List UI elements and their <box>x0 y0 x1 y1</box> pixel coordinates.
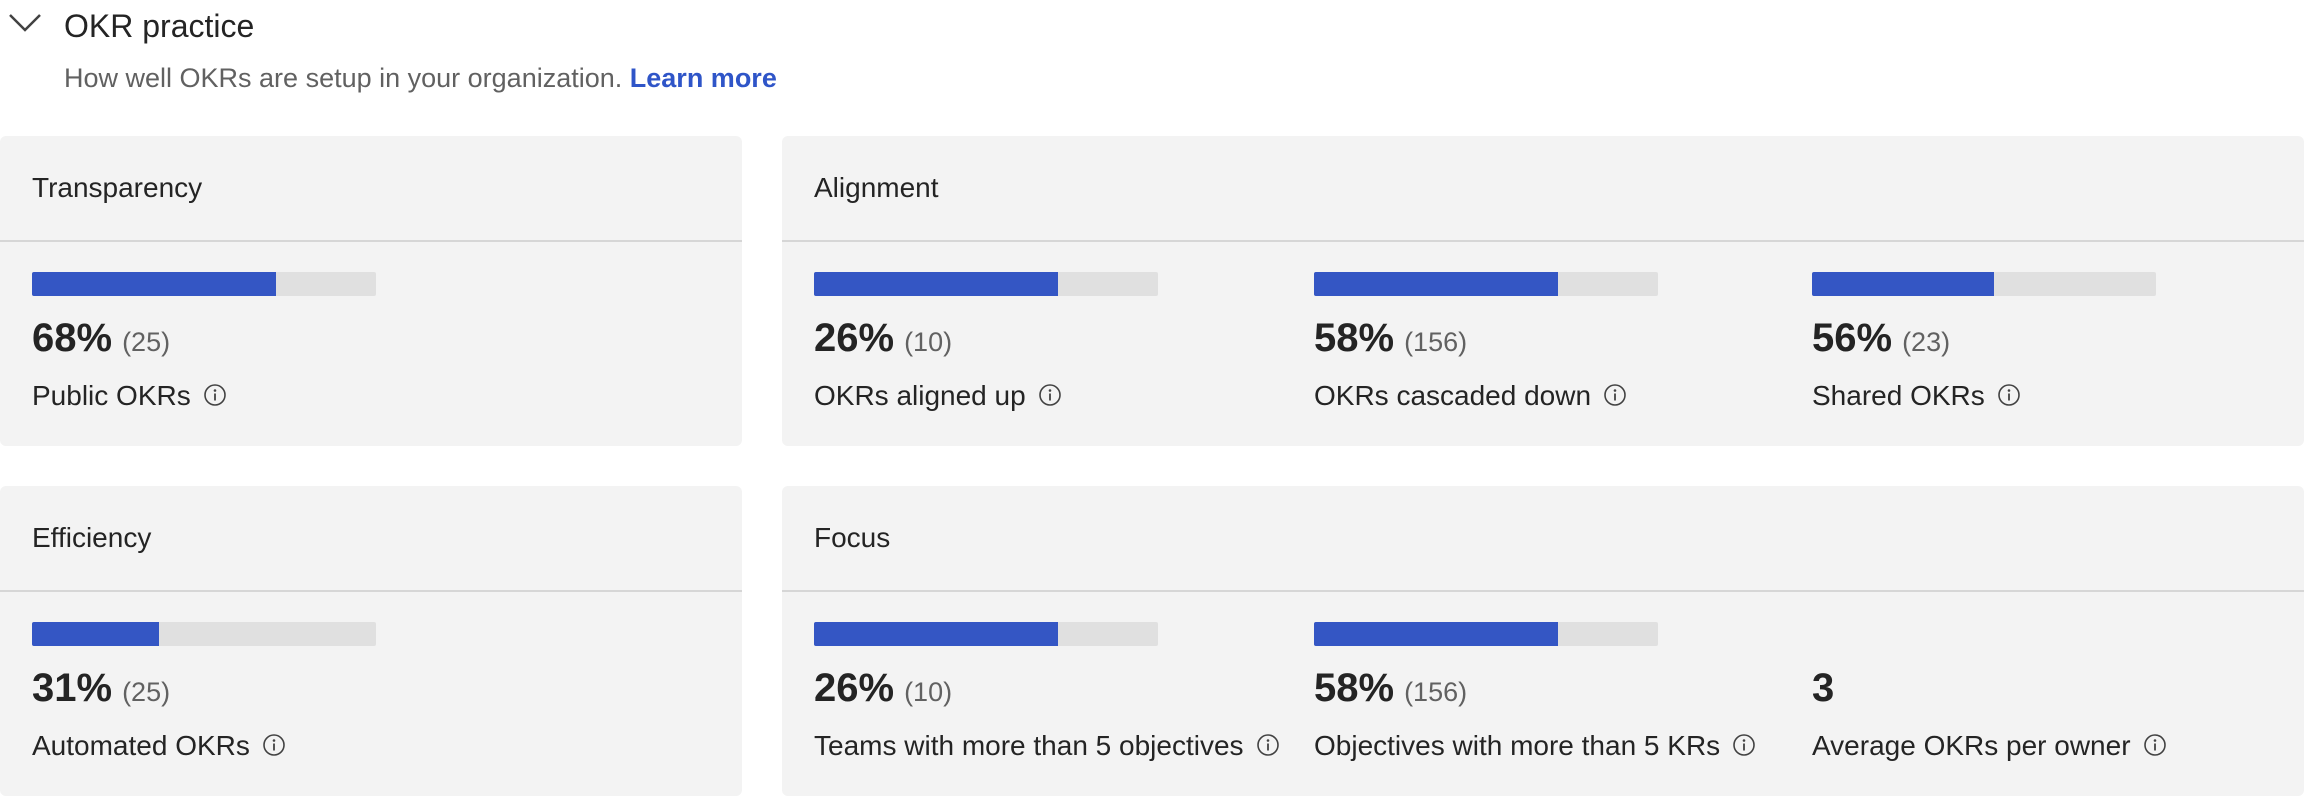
metric-label-line: Teams with more than 5 objectives <box>814 726 1280 766</box>
description-text: How well OKRs are setup in your organiza… <box>64 63 623 93</box>
info-icon[interactable] <box>1603 383 1627 407</box>
progress-bar <box>1812 272 2156 296</box>
progress-bar <box>1314 622 1658 646</box>
metric-value-line: 58% (156) <box>1314 662 1467 723</box>
metric-value: 58% <box>1314 316 1395 360</box>
metric-label: Shared OKRs <box>1812 380 1985 411</box>
progress-bar-fill <box>1812 272 1995 296</box>
metric-value-line: 3 <box>1812 662 1834 723</box>
metric-label: Automated OKRs <box>32 730 250 761</box>
metric-count: (25) <box>122 677 171 707</box>
progress-bar <box>32 622 376 646</box>
efficiency-card: Efficiency 31% (25) Automated OKRs <box>0 486 742 796</box>
card-header: Focus <box>782 486 2304 592</box>
metric-value-line: 58% (156) <box>1314 312 1467 373</box>
metric-count: (156) <box>1404 677 1468 707</box>
metric-label-line: Shared OKRs <box>1812 376 2021 416</box>
progress-bar-fill <box>814 272 1059 296</box>
metric-count: (23) <box>1902 327 1951 357</box>
metric-value-line: 68% (25) <box>32 312 170 373</box>
progress-bar-fill <box>1314 272 1559 296</box>
metric-label: Public OKRs <box>32 380 191 411</box>
focus-card: Focus 26% (10) Teams with more than 5 obj… <box>782 486 2304 796</box>
metric-value-line: 31% (25) <box>32 662 170 723</box>
info-icon[interactable] <box>1997 383 2021 407</box>
card-header: Transparency <box>0 136 742 242</box>
card-title: Alignment <box>814 172 939 203</box>
info-icon[interactable] <box>1256 733 1280 757</box>
metric-label-line: Objectives with more than 5 KRs <box>1314 726 1756 766</box>
progress-bar-fill <box>814 622 1059 646</box>
metric-value: 58% <box>1314 666 1395 710</box>
progress-bar-fill <box>1314 622 1559 646</box>
metric-label-line: Automated OKRs <box>32 726 286 766</box>
progress-bar-fill <box>32 622 160 646</box>
section-title: OKR practice <box>64 8 255 44</box>
metric-value-line: 56% (23) <box>1812 312 1950 373</box>
metric-label: Average OKRs per owner <box>1812 730 2131 761</box>
metric-label-line: OKRs cascaded down <box>1314 376 1627 416</box>
card-header: Efficiency <box>0 486 742 592</box>
info-icon[interactable] <box>262 733 286 757</box>
metric-value: 26% <box>814 666 895 710</box>
progress-bar-fill <box>32 272 277 296</box>
chevron-down-icon[interactable] <box>8 12 42 34</box>
metric-value: 3 <box>1812 666 1835 710</box>
metric-value-line: 26% (10) <box>814 662 952 723</box>
metric-count: (25) <box>122 327 171 357</box>
info-icon[interactable] <box>203 383 227 407</box>
card-title: Transparency <box>32 172 203 203</box>
metric-value: 56% <box>1812 316 1893 360</box>
metric-count: (10) <box>904 327 953 357</box>
learn-more-link[interactable]: Learn more <box>630 63 777 93</box>
metric-label: OKRs cascaded down <box>1314 380 1592 411</box>
progress-bar <box>814 622 1158 646</box>
metric-label: OKRs aligned up <box>814 380 1026 411</box>
progress-bar <box>1314 272 1658 296</box>
progress-bar <box>32 272 376 296</box>
alignment-card: Alignment 26% (10) OKRs aligned up 58% (15… <box>782 136 2304 446</box>
metric-label-line: Public OKRs <box>32 376 227 416</box>
metric-label-line: Average OKRs per owner <box>1812 726 2167 766</box>
info-icon[interactable] <box>1732 733 1756 757</box>
section-description: How well OKRs are setup in your organiza… <box>64 58 777 98</box>
metric-count: (156) <box>1404 327 1468 357</box>
metric-value-line: 26% (10) <box>814 312 952 373</box>
card-header: Alignment <box>782 136 2304 242</box>
card-title: Efficiency <box>32 522 152 553</box>
progress-bar <box>814 272 1158 296</box>
metric-value: 68% <box>32 316 113 360</box>
info-icon[interactable] <box>2143 733 2167 757</box>
metric-value: 26% <box>814 316 895 360</box>
metric-label-line: OKRs aligned up <box>814 376 1062 416</box>
metric-count: (10) <box>904 677 953 707</box>
transparency-card: Transparency 68% (25) Public OKRs <box>0 136 742 446</box>
card-title: Focus <box>814 522 891 553</box>
metric-label: Teams with more than 5 objectives <box>814 730 1244 761</box>
okr-practice-header: OKR practice How well OKRs are setup in … <box>0 0 2304 120</box>
metric-value: 31% <box>32 666 113 710</box>
info-icon[interactable] <box>1038 383 1062 407</box>
metric-label: Objectives with more than 5 KRs <box>1314 730 1721 761</box>
